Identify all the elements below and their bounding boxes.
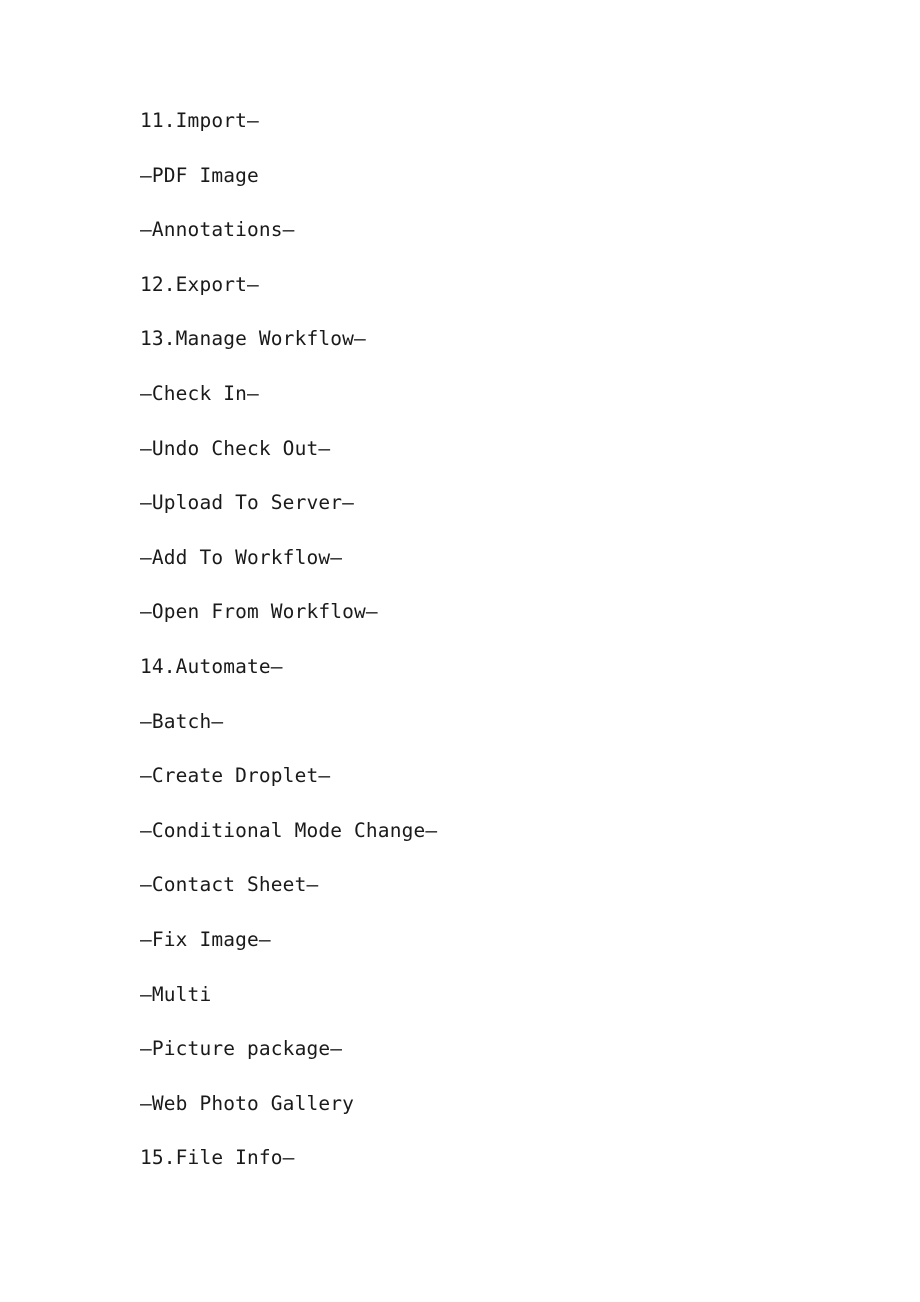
outline-line: —Fix Image— (140, 927, 271, 951)
outline-line: —Undo Check Out— (140, 436, 331, 460)
outline-line: —Picture package— (140, 1037, 343, 1061)
outline-list: 11.Import— —PDF Image —Annotations— 12.E… (140, 107, 840, 1199)
outline-line: —Create Droplet— (140, 764, 331, 788)
outline-line: —Add To Workflow— (140, 545, 343, 569)
outline-line: —Open From Workflow— (140, 600, 378, 624)
outline-line: —Web Photo Gallery (140, 1091, 355, 1115)
outline-line: 12.Export— (140, 272, 259, 296)
outline-line: —Multi (140, 982, 212, 1006)
outline-line: —Batch— (140, 709, 224, 733)
outline-line: 14.Automate— (140, 654, 283, 678)
outline-line: 11.Import— (140, 109, 259, 132)
outline-line: 13.Manage Workflow— (140, 327, 366, 351)
document-page: 11.Import— —PDF Image —Annotations— 12.E… (0, 0, 920, 1302)
outline-line: —Contact Sheet— (140, 873, 319, 897)
outline-line: —Check In— (140, 381, 259, 405)
outline-line: —Conditional Mode Change— (140, 818, 438, 842)
outline-line: 15.File Info— (140, 1146, 295, 1170)
outline-line: —PDF Image (140, 163, 259, 187)
outline-line: —Upload To Server— (140, 491, 355, 515)
outline-line: —Annotations— (140, 218, 295, 242)
